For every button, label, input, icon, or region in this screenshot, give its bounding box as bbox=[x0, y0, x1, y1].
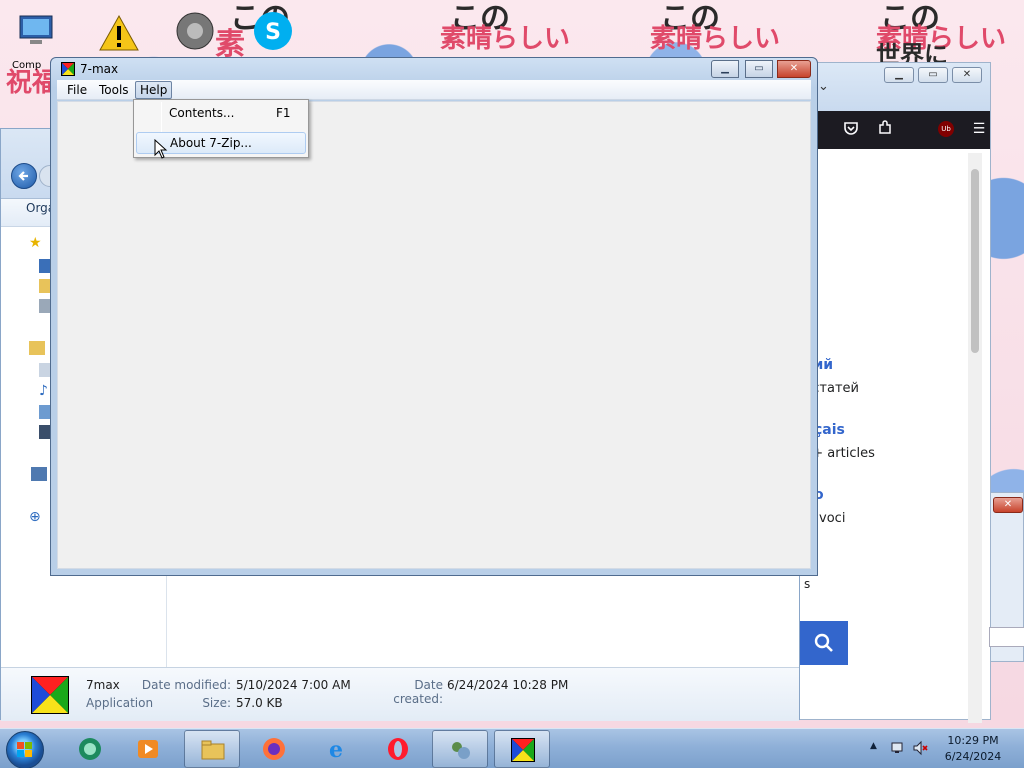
computer-icon[interactable] bbox=[14, 10, 60, 56]
libraries-icon[interactable] bbox=[29, 341, 45, 355]
back-arrow-icon bbox=[18, 171, 28, 181]
media-player-icon bbox=[138, 740, 158, 758]
taskbar-app-nyarch[interactable] bbox=[62, 730, 118, 768]
close-button[interactable]: ✕ bbox=[952, 67, 982, 83]
taskbar: e ▲ 10:29 PM 6/24/2024 bbox=[0, 728, 1024, 768]
taskbar-app-7max[interactable] bbox=[494, 730, 550, 768]
details-pane: 7max Application Date modified: 5/10/202… bbox=[1, 667, 799, 721]
network-tray-icon[interactable] bbox=[890, 740, 906, 756]
taskbar-app-internet-explorer[interactable]: e bbox=[308, 730, 364, 768]
scrollbar-thumb[interactable] bbox=[971, 169, 979, 353]
taskbar-app-firefox[interactable] bbox=[246, 730, 302, 768]
7max-file-icon bbox=[31, 676, 69, 714]
close-button[interactable]: ✕ bbox=[777, 60, 811, 78]
wallpaper-text: 素晴らしい bbox=[650, 24, 781, 54]
7max-icon bbox=[511, 738, 535, 762]
date-modified-label: Date modified: bbox=[141, 678, 231, 692]
menu-tools[interactable]: Tools bbox=[95, 81, 133, 99]
menu-item-label: About 7-Zip... bbox=[170, 136, 252, 150]
svg-text:S: S bbox=[265, 20, 281, 45]
menu-item-contents[interactable]: Contents... F1 bbox=[136, 102, 306, 124]
firefox-toolbar: Ub ☰ bbox=[818, 111, 990, 149]
show-hidden-icons-chevron-icon[interactable]: ▲ bbox=[870, 741, 877, 751]
taskbar-app-explorer[interactable] bbox=[184, 730, 240, 768]
firefox-titlebar[interactable]: ⌄ ▁ ▭ ✕ bbox=[796, 63, 990, 111]
file-name: 7max bbox=[86, 678, 120, 692]
date-created-label: Date created: bbox=[393, 678, 443, 706]
tab-list-chevron-icon[interactable]: ⌄ bbox=[818, 79, 829, 94]
firefox-window[interactable]: ⌄ ▁ ▭ ✕ Ub ☰ кий · статей nçais 0+ artic… bbox=[795, 62, 991, 723]
gear-disc-icon[interactable] bbox=[172, 8, 218, 54]
taskbar-app-network[interactable] bbox=[432, 730, 488, 768]
menu-item-label: Contents... bbox=[169, 106, 235, 120]
taskbar-app-media-player[interactable] bbox=[120, 730, 176, 768]
text-field[interactable] bbox=[989, 627, 1024, 647]
computer-icon-label: Comp bbox=[12, 60, 42, 71]
close-button[interactable]: ✕ bbox=[993, 497, 1023, 513]
folder-icon bbox=[201, 740, 225, 760]
opera-icon bbox=[388, 738, 408, 760]
warning-icon[interactable] bbox=[96, 10, 142, 56]
firefox-icon bbox=[263, 738, 285, 760]
back-button[interactable] bbox=[11, 163, 37, 189]
wallpaper-text: 素 bbox=[215, 27, 245, 62]
app-icon bbox=[79, 738, 101, 760]
menubar: File Tools Help bbox=[57, 80, 811, 100]
start-button[interactable] bbox=[6, 731, 44, 768]
size-value: 57.0 KB bbox=[236, 696, 283, 710]
page-text: s bbox=[804, 577, 811, 591]
client-area bbox=[57, 101, 811, 569]
mouse-pointer-icon bbox=[154, 138, 168, 159]
date-modified-value: 5/10/2024 7:00 AM bbox=[236, 678, 351, 692]
maximize-button[interactable]: ▭ bbox=[745, 60, 773, 78]
taskbar-app-opera[interactable] bbox=[370, 730, 426, 768]
firefox-page-content: кий · статей nçais 0+ articles no + voci… bbox=[796, 149, 986, 719]
ublock-icon[interactable]: Ub bbox=[938, 121, 954, 137]
minimize-button[interactable]: ▁ bbox=[711, 60, 739, 78]
menu-item-accelerator: F1 bbox=[276, 106, 291, 120]
system-clock[interactable]: 10:29 PM 6/24/2024 bbox=[930, 733, 1016, 765]
search-button[interactable] bbox=[800, 621, 848, 665]
wallpaper-text: 素晴らしい bbox=[440, 24, 571, 54]
pocket-icon[interactable] bbox=[842, 120, 860, 138]
menu-icon[interactable]: ☰ bbox=[970, 120, 988, 138]
volume-muted-icon[interactable] bbox=[912, 740, 928, 756]
size-label: Size: bbox=[202, 696, 231, 710]
extensions-icon[interactable] bbox=[876, 120, 894, 138]
menu-file[interactable]: File bbox=[63, 81, 91, 99]
search-icon bbox=[814, 633, 833, 652]
date-created-value: 6/24/2024 10:28 PM bbox=[447, 678, 569, 692]
clock-date: 6/24/2024 bbox=[944, 750, 1002, 763]
favorites-star-icon[interactable]: ★ bbox=[29, 235, 45, 251]
menu-help[interactable]: Help bbox=[135, 81, 173, 99]
windows-logo-icon bbox=[17, 742, 32, 757]
clock-time: 10:29 PM bbox=[947, 734, 999, 747]
network-app-icon bbox=[452, 742, 470, 759]
svg-text:e: e bbox=[329, 737, 343, 761]
internet-explorer-icon: e bbox=[329, 737, 343, 761]
7max-app-icon bbox=[61, 62, 75, 76]
skype-icon[interactable]: S bbox=[250, 8, 296, 54]
computer-nav-icon[interactable] bbox=[31, 467, 47, 481]
minimize-button[interactable]: ▁ bbox=[884, 67, 914, 83]
maximize-button[interactable]: ▭ bbox=[918, 67, 948, 83]
window-title: 7-max bbox=[80, 62, 119, 76]
network-icon[interactable]: ⊕ bbox=[29, 509, 45, 525]
background-window[interactable]: ✕ bbox=[989, 492, 1024, 662]
scrollbar[interactable] bbox=[968, 153, 982, 723]
